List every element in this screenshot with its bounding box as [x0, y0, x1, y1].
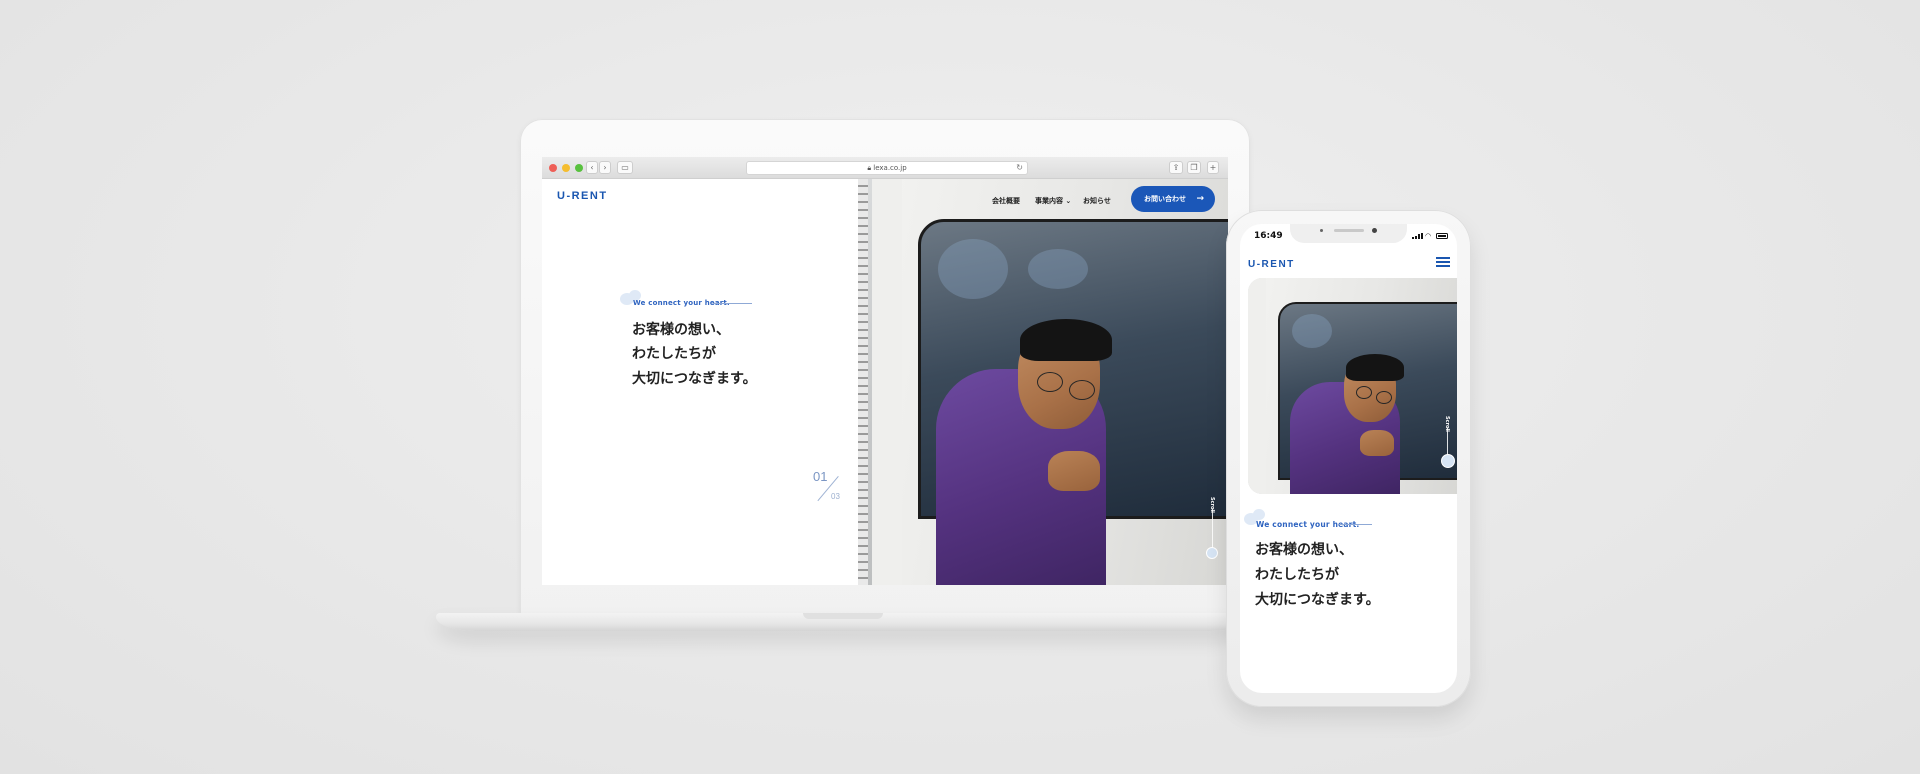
website-hero: U-RENT We connect your heart. お客様の想い、 わた… [542, 179, 1228, 585]
nav-item-company[interactable]: 会社概要 [992, 196, 1020, 206]
slide-pager-current: 01 [813, 469, 828, 484]
laptop-screen: ‹ › ▭ 🔒︎ lexa.co.jp ↻ ⇪ ❐ + U-RENT We co… [542, 157, 1228, 585]
share-icon[interactable]: ⇪ [1169, 161, 1183, 174]
tabs-icon[interactable]: ❐ [1187, 161, 1201, 174]
sidebar-icon[interactable]: ▭ [617, 161, 633, 174]
site-logo[interactable]: U-RENT [557, 190, 608, 202]
phone-mockup: 16:49 ◠ U-RENT Scroll We connect your he… [1226, 210, 1471, 707]
browser-toolbar: ‹ › ▭ 🔒︎ lexa.co.jp ↻ ⇪ ❐ + [542, 157, 1228, 179]
forward-chevron-icon[interactable]: › [599, 161, 611, 174]
minimize-window-button[interactable] [562, 164, 570, 172]
mobile-tagline-rule [1338, 524, 1372, 525]
maximize-window-button[interactable] [575, 164, 583, 172]
slide-pager-total: 03 [831, 492, 840, 501]
address-bar[interactable]: 🔒︎ lexa.co.jp ↻ [746, 161, 1028, 175]
mobile-scroll-label: Scroll [1444, 416, 1450, 432]
url-text: lexa.co.jp [873, 164, 907, 172]
wifi-icon: ◠ [1425, 232, 1432, 240]
tagline-decoration [1253, 509, 1265, 520]
scroll-indicator-dot[interactable] [1206, 547, 1218, 559]
contact-button[interactable]: お問い合わせ → [1131, 186, 1215, 212]
phone-status-bar: 16:49 ◠ [1240, 224, 1457, 248]
close-window-button[interactable] [549, 164, 557, 172]
chevron-down-icon: ⌄ [1063, 197, 1072, 205]
mobile-scroll-dot[interactable] [1441, 454, 1455, 468]
tagline-rule [713, 303, 752, 304]
arrow-right-icon: → [1196, 194, 1204, 204]
mobile-heading-line-1: お客様の想い、 [1255, 542, 1353, 558]
mobile-heading-line-3: 大切につなぎます。 [1255, 592, 1380, 608]
new-tab-icon[interactable]: + [1207, 161, 1219, 174]
mobile-site-logo[interactable]: U-RENT [1248, 259, 1295, 270]
phone-screen: 16:49 ◠ U-RENT Scroll We connect your he… [1240, 224, 1457, 693]
mobile-hero-photo: Scroll [1248, 278, 1457, 494]
hero-heading-line-2: わたしたちが [632, 346, 716, 362]
status-time: 16:49 [1254, 231, 1283, 241]
hero-heading-line-3: 大切につなぎます。 [632, 371, 757, 387]
scroll-indicator-label: Scroll [1209, 497, 1215, 513]
laptop-base-notch [803, 613, 883, 619]
battery-icon [1436, 233, 1448, 239]
mobile-heading-line-2: わたしたちが [1255, 567, 1339, 583]
nav-item-services[interactable]: 事業内容 ⌄ [1035, 196, 1071, 206]
hamburger-menu-icon[interactable] [1436, 257, 1450, 267]
back-chevron-icon[interactable]: ‹ [586, 161, 598, 174]
hero-heading-line-1: お客様の想い、 [632, 322, 730, 338]
hero-photo-man-in-truck: Scroll [858, 179, 1228, 585]
reload-icon[interactable]: ↻ [1016, 162, 1023, 174]
signal-icon [1412, 233, 1423, 239]
laptop-mockup: ‹ › ▭ 🔒︎ lexa.co.jp ↻ ⇪ ❐ + U-RENT We co… [436, 119, 1250, 639]
phone-notch [1290, 224, 1407, 243]
nav-item-news[interactable]: お知らせ [1083, 196, 1111, 206]
